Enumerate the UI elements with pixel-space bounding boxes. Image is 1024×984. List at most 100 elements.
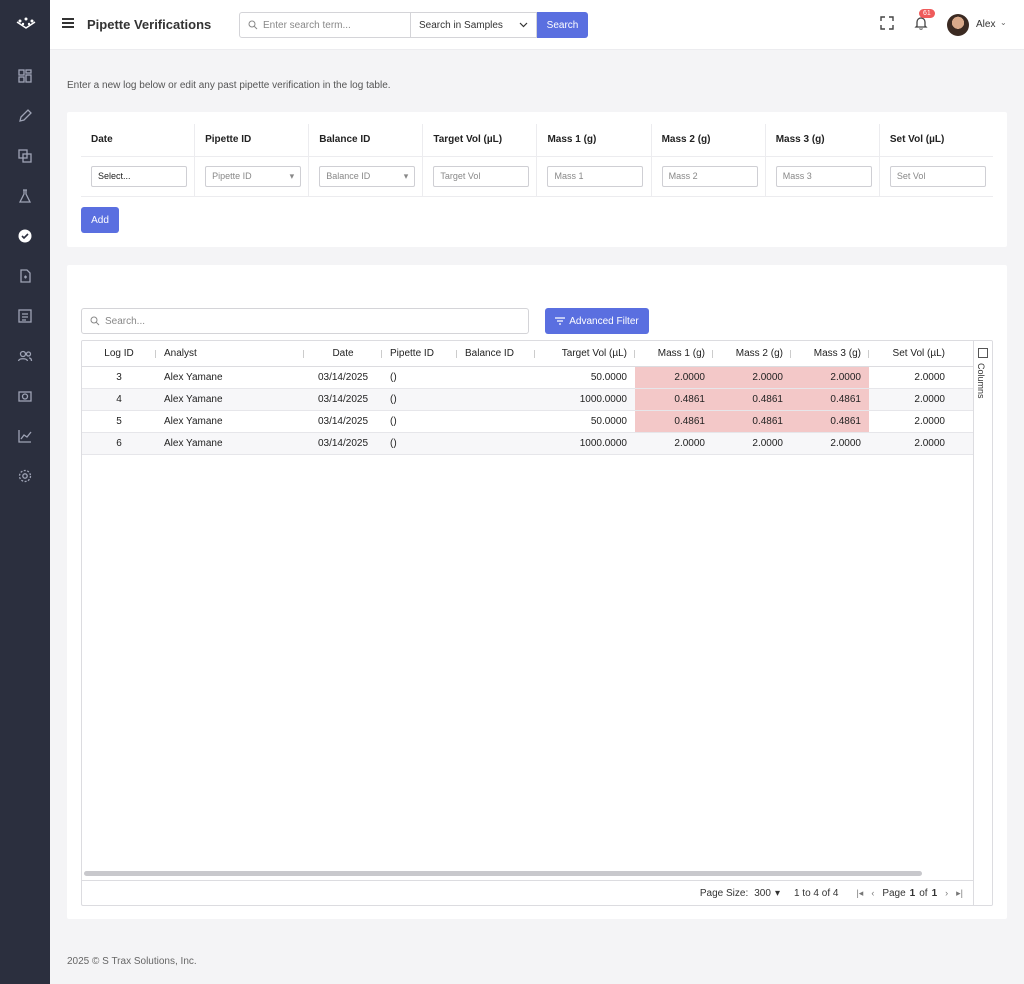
header-balance-id: Balance ID [308, 124, 424, 157]
header-mass-3: Mass 3 (g) [765, 124, 880, 157]
notification-badge: 61 [919, 9, 935, 18]
search-button[interactable]: Search [537, 12, 588, 38]
cell-analyst: Alex Yamane [164, 394, 223, 405]
flask-icon[interactable] [15, 186, 35, 206]
pipette-id-placeholder: Pipette ID [212, 171, 252, 181]
fullscreen-icon[interactable] [880, 16, 894, 30]
cell-date: 03/14/2025 [317, 394, 369, 405]
top-bar: Pipette Verifications Enter search term.… [50, 0, 1024, 50]
grid-header-row: Log ID Analyst Date Pipette ID Balance I… [82, 341, 973, 367]
columns-side-panel[interactable]: Columns [973, 341, 992, 905]
column-header-set-vol[interactable]: Set Vol (µL) [869, 341, 973, 366]
cell-log-id: 3 [116, 372, 122, 383]
cell-pipette-id: () [390, 416, 397, 427]
balance-id-select[interactable]: Balance ID ▾ [319, 165, 416, 187]
columns-label: Columns [976, 363, 986, 399]
cell-log-id: 5 [116, 416, 122, 427]
table-row[interactable]: 4 Alex Yamane 03/14/2025 () 1000.0000 0.… [82, 389, 973, 411]
page-title: Pipette Verifications [87, 17, 212, 32]
camera-icon[interactable] [15, 386, 35, 406]
global-search-input[interactable]: Enter search term... [239, 12, 411, 38]
page-indicator: Page 1 of 1 [882, 888, 937, 899]
pipette-id-select[interactable]: Pipette ID ▾ [205, 165, 302, 187]
table-search-placeholder: Search... [105, 315, 146, 327]
last-page-icon[interactable]: ▸| [956, 888, 963, 899]
report-icon[interactable] [15, 266, 35, 286]
column-header-target-vol[interactable]: Target Vol (µL) [535, 341, 635, 366]
page-label: Page [882, 887, 906, 899]
avatar[interactable] [947, 14, 969, 36]
cell-mass-1: 0.4861 [635, 389, 713, 410]
column-header-balance-id[interactable]: Balance ID [457, 341, 535, 366]
copy-icon[interactable] [15, 146, 35, 166]
next-page-icon[interactable]: › [945, 888, 948, 898]
table-row[interactable]: 5 Alex Yamane 03/14/2025 () 50.0000 0.48… [82, 411, 973, 433]
mass-2-input[interactable]: Mass 2 [661, 165, 758, 187]
cell-mass-2: 0.4861 [713, 411, 791, 432]
search-scope-label: Search in Samples [419, 19, 503, 31]
cell-balance-id [457, 367, 535, 388]
column-header-log-id[interactable]: Log ID [82, 341, 156, 366]
advanced-filter-label: Advanced Filter [569, 315, 639, 327]
cell-mass-3: 2.0000 [830, 438, 861, 449]
settings-icon[interactable] [15, 466, 35, 486]
global-search-placeholder: Enter search term... [263, 19, 351, 31]
caret-down-icon: ▾ [774, 887, 780, 899]
cell-set-vol: 2.0000 [914, 416, 945, 427]
cell-mass-1: 2.0000 [674, 438, 705, 449]
header-set-vol: Set Vol (µL) [879, 124, 993, 157]
page-size-select[interactable]: 300 ▾ [754, 888, 780, 899]
page-total: 1 [931, 887, 938, 899]
advanced-filter-button[interactable]: Advanced Filter [545, 308, 649, 334]
table-search-input[interactable]: Search... [81, 308, 529, 334]
column-header-date[interactable]: Date [304, 341, 382, 366]
cell-mass-2: 2.0000 [713, 367, 791, 388]
verified-icon[interactable] [15, 226, 35, 246]
cell-date: 03/14/2025 [317, 416, 369, 427]
column-header-mass-3[interactable]: Mass 3 (g) [791, 341, 869, 366]
pagination-bar: Page Size: 300 ▾ 1 to 4 of 4 |◂ ‹ Page 1… [82, 880, 973, 905]
set-vol-input[interactable]: Set Vol [889, 165, 986, 187]
cell-mass-1: 2.0000 [635, 367, 713, 388]
of-label: of [919, 887, 928, 899]
column-header-analyst[interactable]: Analyst [156, 341, 304, 366]
column-header-pipette-id[interactable]: Pipette ID [382, 341, 457, 366]
cell-set-vol: 2.0000 [914, 438, 945, 449]
date-picker[interactable]: Select... [91, 165, 187, 187]
caret-down-icon: ▾ [289, 170, 295, 181]
logo-icon[interactable] [15, 14, 37, 34]
cell-balance-id [457, 433, 535, 454]
chart-icon[interactable] [15, 426, 35, 446]
columns-icon [978, 348, 988, 358]
pencil-icon[interactable] [15, 106, 35, 126]
log-grid-body: Log ID Analyst Date Pipette ID Balance I… [82, 341, 973, 905]
search-scope-select[interactable]: Search in Samples [411, 12, 537, 38]
table-row[interactable]: 6 Alex Yamane 03/14/2025 () 1000.0000 2.… [82, 433, 973, 455]
previous-page-icon[interactable]: ‹ [871, 888, 874, 898]
column-header-mass-1[interactable]: Mass 1 (g) [635, 341, 713, 366]
column-header-mass-2[interactable]: Mass 2 (g) [713, 341, 791, 366]
horizontal-scrollbar[interactable] [84, 871, 922, 876]
user-name[interactable]: Alex [976, 19, 995, 30]
search-icon [90, 316, 100, 326]
users-icon[interactable] [15, 346, 35, 366]
chevron-down-icon[interactable]: ⌄ [1000, 18, 1007, 27]
cell-mass-3: 0.4861 [791, 389, 869, 410]
sidebar [0, 0, 50, 984]
target-vol-input[interactable]: Target Vol [433, 165, 530, 187]
cell-target-vol: 1000.0000 [579, 438, 627, 449]
cell-analyst: Alex Yamane [164, 416, 223, 427]
add-button[interactable]: Add [81, 207, 119, 233]
global-search: Enter search term... Search in Samples S… [239, 12, 588, 38]
mass-1-input[interactable]: Mass 1 [547, 165, 644, 187]
list-icon[interactable] [15, 306, 35, 326]
cell-mass-2: 2.0000 [752, 438, 783, 449]
mass-3-input[interactable]: Mass 3 [775, 165, 872, 187]
page-size-value: 300 [754, 887, 771, 899]
cell-pipette-id: () [390, 394, 397, 405]
dashboard-icon[interactable] [15, 66, 35, 86]
first-page-icon[interactable]: |◂ [856, 888, 863, 899]
table-row[interactable]: 3 Alex Yamane 03/14/2025 () 50.0000 2.00… [82, 367, 973, 389]
menu-icon[interactable] [62, 18, 74, 30]
caret-down-icon: ▾ [403, 170, 409, 181]
